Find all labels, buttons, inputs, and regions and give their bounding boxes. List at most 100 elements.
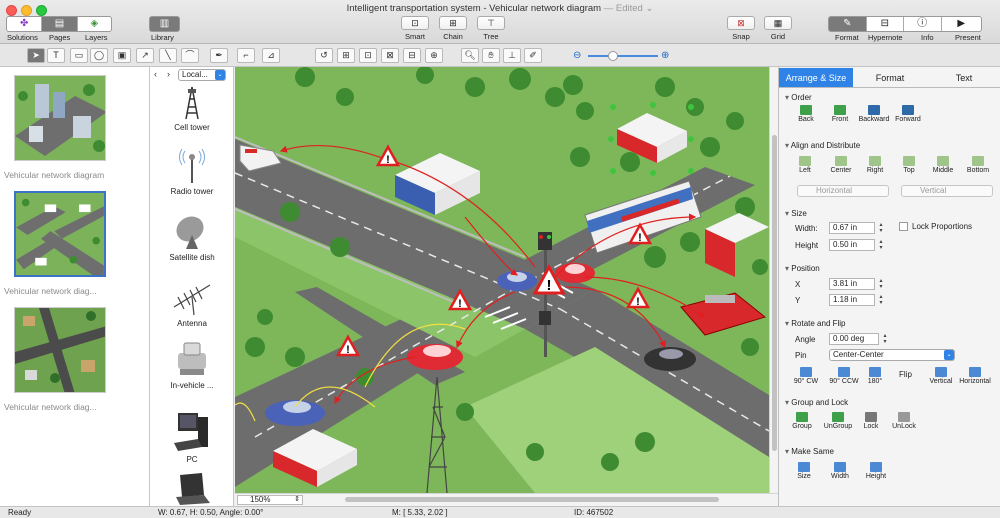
lock-proportions-checkbox[interactable] xyxy=(899,222,908,231)
rotate-90-ccw-button[interactable]: 90° CCW xyxy=(827,367,861,385)
zoom-out-icon[interactable]: ⊖ xyxy=(573,50,581,61)
align-center-button[interactable]: Center xyxy=(827,156,855,174)
ungroup-tool-icon[interactable]: ⊟ xyxy=(403,48,421,63)
ungroup-button[interactable]: UnGroup xyxy=(821,412,855,430)
info-icon[interactable]: ⓘ xyxy=(904,17,942,31)
library-item-antenna[interactable]: Antenna xyxy=(150,277,233,328)
tree-icon: ⊤ xyxy=(477,16,505,30)
format-icon[interactable]: ✎ xyxy=(829,17,867,31)
present-icon[interactable]: ▶ xyxy=(942,17,981,31)
format-painter-tool-icon[interactable]: ⊿ xyxy=(262,48,280,63)
pages-icon[interactable]: ▤ xyxy=(42,17,78,31)
library-back-icon[interactable]: ‹ xyxy=(154,69,157,79)
make-same-size-button[interactable]: Size xyxy=(793,462,815,480)
width-stepper[interactable]: ▴ ▾ xyxy=(877,222,885,234)
chain-button[interactable]: ⊞ Chain xyxy=(438,16,468,41)
vehicular-network-diagram[interactable]: ! ! ! ! ! ! xyxy=(235,67,769,493)
height-stepper[interactable]: ▴ ▾ xyxy=(877,239,885,251)
grid-button[interactable]: ▦ Grid xyxy=(763,16,793,41)
library-item-satellite-dish[interactable]: Satellite dish xyxy=(150,213,233,262)
distribute-tool-icon[interactable]: ⊠ xyxy=(381,48,399,63)
select-tool-icon[interactable]: ➤ xyxy=(27,48,45,63)
make-same-height-button[interactable]: Height xyxy=(863,462,889,480)
distribute-vertical-select[interactable]: Vertical xyxy=(901,185,993,197)
horizontal-scroll-thumb[interactable] xyxy=(345,497,719,502)
vertical-scrollbar[interactable] xyxy=(769,67,778,493)
page-thumbnail-2[interactable] xyxy=(14,191,106,277)
align-bottom-button[interactable]: Bottom xyxy=(963,156,993,174)
x-stepper[interactable]: ▴ ▾ xyxy=(877,278,885,290)
rotate-180-button[interactable]: 180° xyxy=(863,367,887,385)
tree-button[interactable]: ⊤ Tree xyxy=(476,16,506,41)
align-center-label: Center xyxy=(830,167,852,174)
tab-text[interactable]: Text xyxy=(927,68,1000,87)
group-button[interactable]: Group xyxy=(789,412,815,430)
library-item-cell-tower[interactable]: Cell tower xyxy=(150,85,233,132)
arrow-tool-icon[interactable]: ↗ xyxy=(136,48,154,63)
library-item-pc[interactable]: PC xyxy=(150,407,233,464)
page-thumbnail-3[interactable] xyxy=(14,307,106,393)
layer-tool-icon[interactable]: ⊕ xyxy=(425,48,443,63)
flip-vertical-button[interactable]: Vertical xyxy=(927,367,955,385)
width-field[interactable]: 0.67 in xyxy=(829,222,875,234)
stamp-icon[interactable]: ⊥ xyxy=(503,48,521,63)
y-field[interactable]: 1.18 in xyxy=(829,294,875,306)
zoom-slider-thumb[interactable] xyxy=(608,51,618,61)
angle-field[interactable]: 0.00 deg xyxy=(829,333,879,345)
layers-icon[interactable]: ◈ xyxy=(78,17,111,31)
zoom-in-icon[interactable]: ⊕ xyxy=(661,50,669,61)
align-right-button[interactable]: Right xyxy=(863,156,887,174)
rotate-90-cw-button[interactable]: 90° CW xyxy=(791,367,821,385)
zoom-slider-track[interactable] xyxy=(588,55,658,57)
lock-button[interactable]: Lock xyxy=(859,412,883,430)
zoom-level-select[interactable]: 150% ⇕ xyxy=(237,495,303,505)
text-block-tool-icon[interactable]: ▣ xyxy=(113,48,131,63)
align-tool-icon[interactable]: ⊞ xyxy=(337,48,355,63)
tab-format[interactable]: Format xyxy=(853,68,927,87)
angle-stepper[interactable]: ▴ ▾ xyxy=(881,333,889,345)
flip-horizontal-button[interactable]: Horizontal xyxy=(957,367,993,385)
page-thumbnail-1[interactable] xyxy=(14,75,106,161)
hand-pan-icon[interactable]: ✋︎ xyxy=(482,48,500,63)
distribute-horizontal-select[interactable]: Horizontal xyxy=(797,185,889,197)
library-location-select[interactable]: Local... ⌄ xyxy=(178,69,226,81)
edited-indicator[interactable]: — Edited ⌄ xyxy=(604,3,654,14)
align-left-button[interactable]: Left xyxy=(793,156,817,174)
group-tool-icon[interactable]: ⊡ xyxy=(359,48,377,63)
library-item-radio-tower[interactable]: Radio tower xyxy=(150,148,233,196)
solutions-icon[interactable]: ✤ xyxy=(7,17,43,31)
horizontal-scrollbar[interactable]: 150% ⇕ xyxy=(235,493,778,506)
unlock-button[interactable]: UnLock xyxy=(889,412,919,430)
diagram-canvas[interactable]: ! ! ! ! ! ! xyxy=(235,67,769,493)
pen-tool-icon[interactable]: ✒ xyxy=(210,48,228,63)
align-middle-button[interactable]: Middle xyxy=(929,156,957,174)
front-button[interactable]: Front xyxy=(827,105,853,123)
snap-button[interactable]: ⊠ Snap xyxy=(726,16,756,41)
eyedropper-icon[interactable]: ✐ xyxy=(524,48,542,63)
library-item-laptop[interactable] xyxy=(150,471,233,506)
rectangle-tool-icon[interactable]: ▭ xyxy=(70,48,88,63)
arc-tool-icon[interactable]: ⌒ xyxy=(181,48,199,63)
rotate-tool-icon[interactable]: ↺ xyxy=(315,48,333,63)
backward-button[interactable]: Backward xyxy=(857,105,891,123)
library-item-in-vehicle[interactable]: In-vehicle ... xyxy=(150,341,233,390)
forward-button[interactable]: Forward xyxy=(893,105,923,123)
line-tool-icon[interactable]: ╲ xyxy=(159,48,177,63)
hypernote-icon[interactable]: ⊟ xyxy=(867,17,905,31)
height-field[interactable]: 0.50 in xyxy=(829,239,875,251)
x-field[interactable]: 3.81 in xyxy=(829,278,875,290)
text-tool-icon[interactable]: T xyxy=(47,48,65,63)
connector-tool-icon[interactable]: ⌐ xyxy=(237,48,255,63)
y-stepper[interactable]: ▴ ▾ xyxy=(877,294,885,306)
vertical-scroll-thumb[interactable] xyxy=(772,135,777,451)
ellipse-tool-icon[interactable]: ◯ xyxy=(90,48,108,63)
library-forward-icon[interactable]: › xyxy=(167,69,170,79)
back-button[interactable]: Back xyxy=(793,105,819,123)
zoom-search-icon[interactable]: 🔍︎ xyxy=(461,48,479,63)
library-button[interactable]: ▥ xyxy=(149,16,180,32)
make-same-width-button[interactable]: Width xyxy=(827,462,853,480)
pin-select[interactable]: Center-Center ⌄ xyxy=(829,349,955,361)
tab-arrange-size[interactable]: Arrange & Size xyxy=(779,68,853,87)
smart-button[interactable]: ⊡ Smart xyxy=(400,16,430,41)
align-top-button[interactable]: Top xyxy=(897,156,921,174)
